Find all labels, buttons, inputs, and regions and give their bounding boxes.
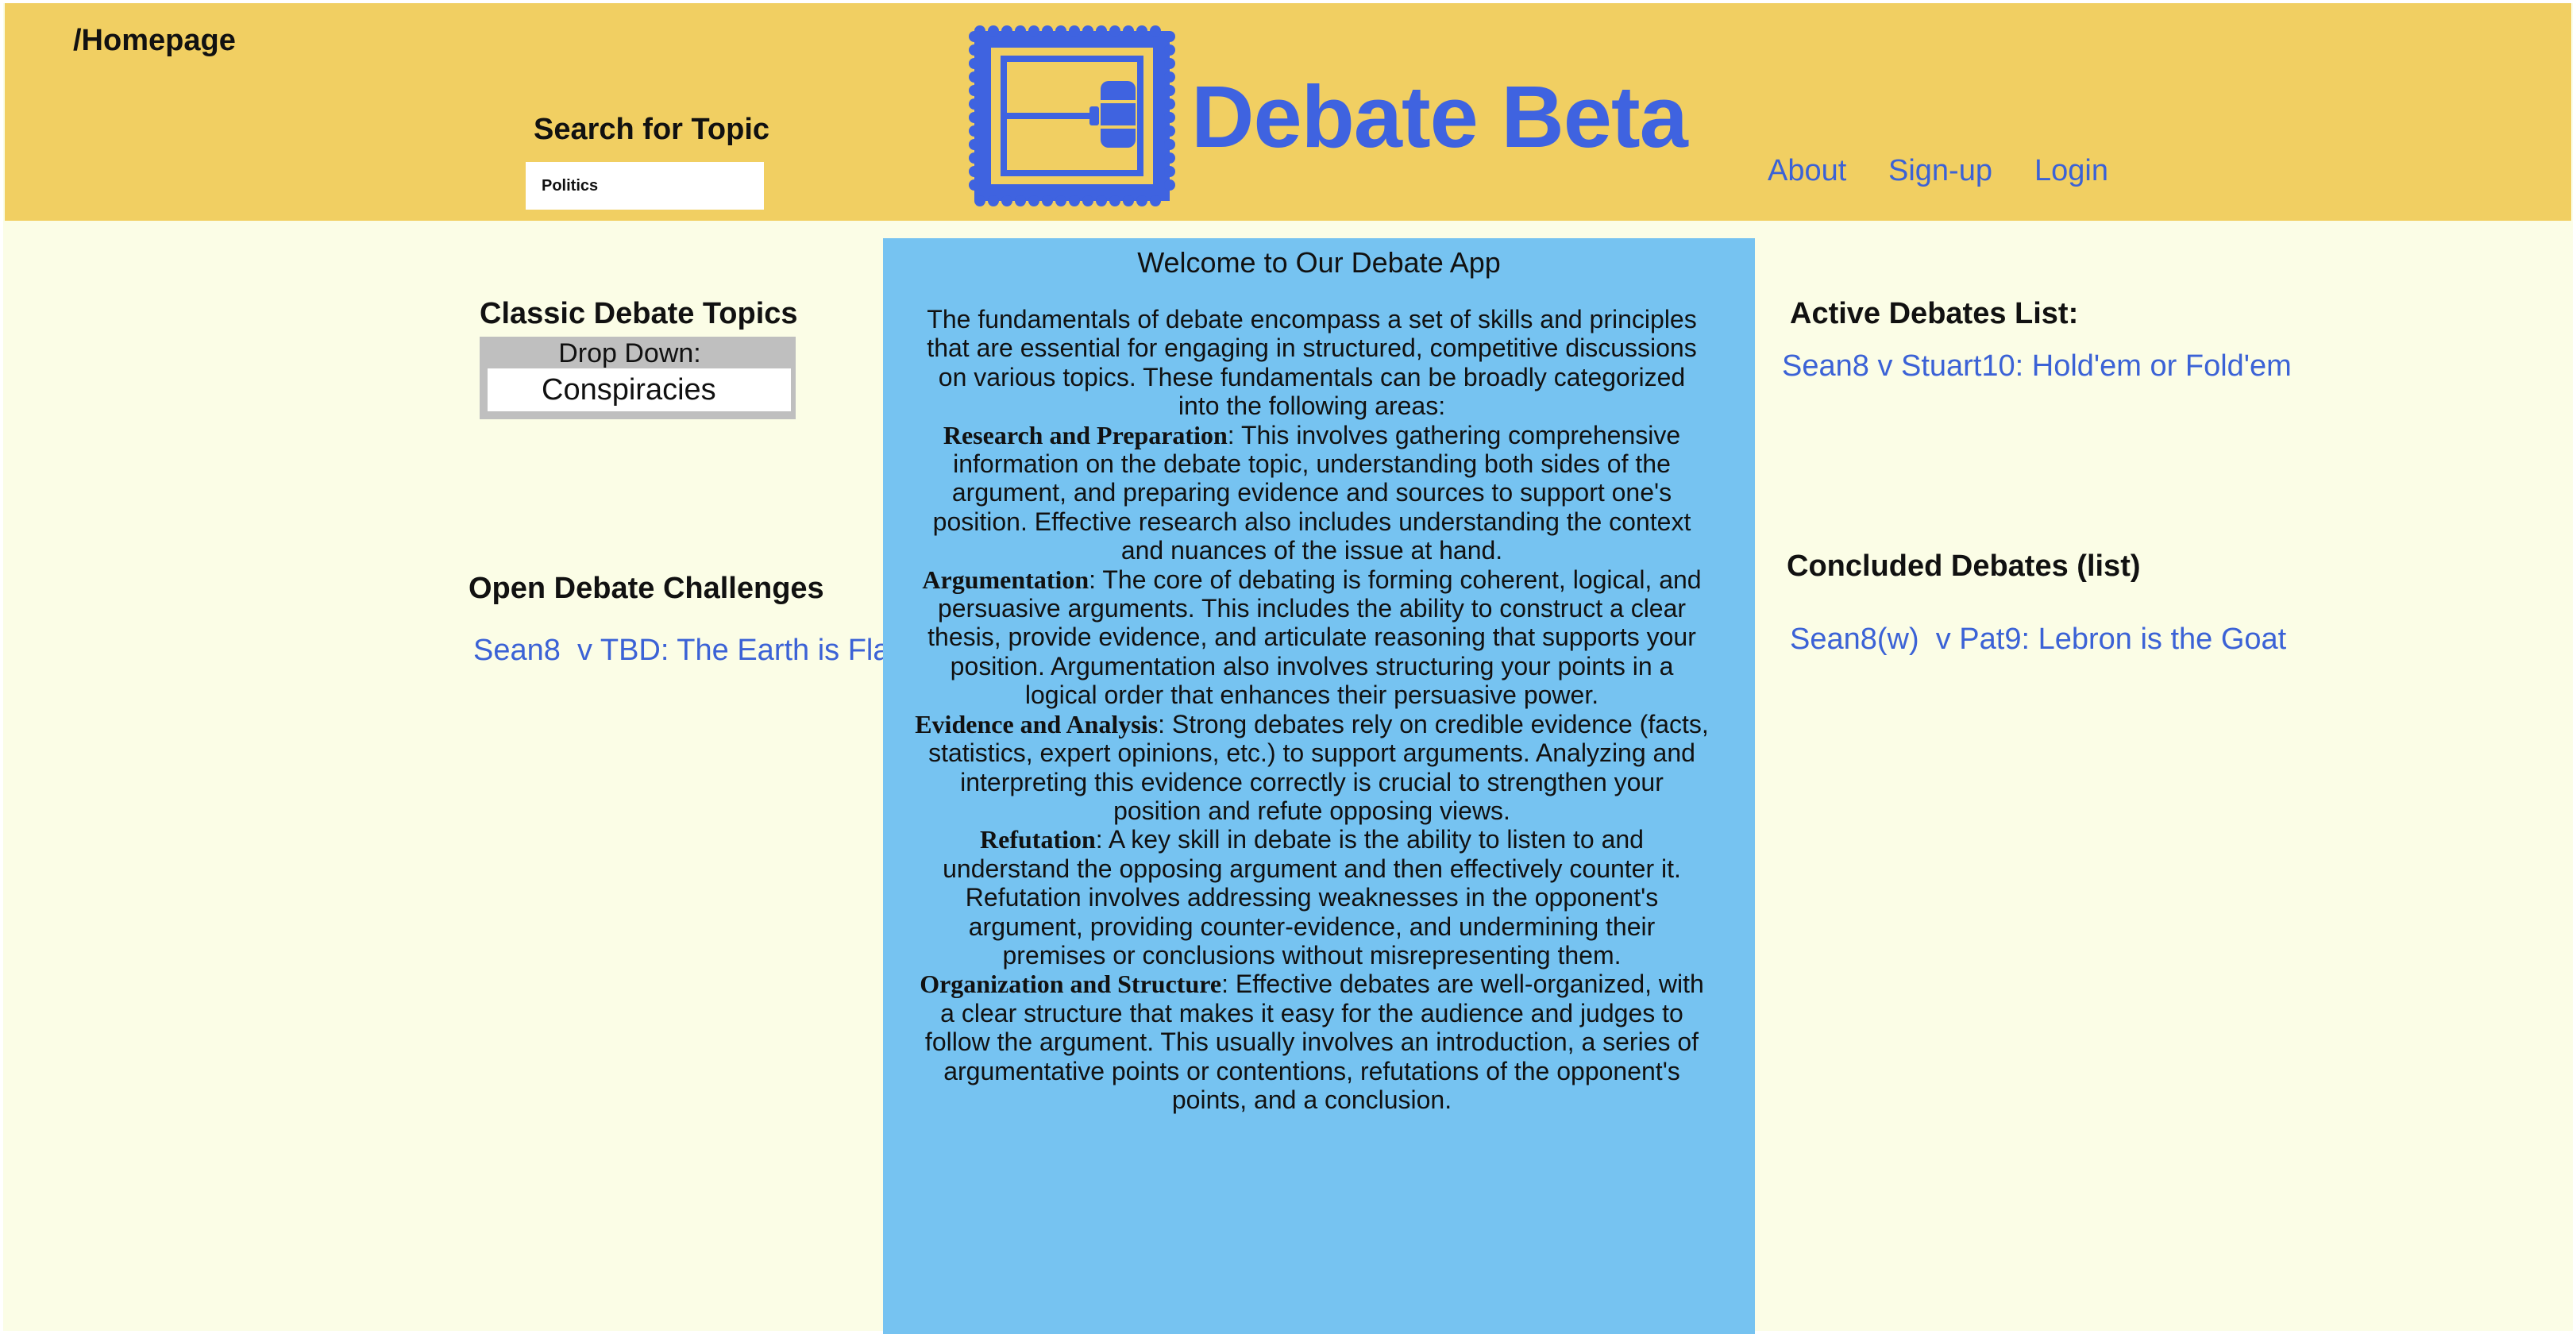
nav-login-link[interactable]: Login [2034,154,2108,188]
section-title: Argumentation [922,565,1089,594]
section-title: Organization and Structure [920,970,1222,999]
welcome-panel: Welcome to Our Debate App The fundamenta… [883,238,1755,1334]
intro-paragraph: The fundamentals of debate encompass a s… [927,305,1697,421]
active-debates-title: Active Debates List: [1790,297,2079,330]
topic-dropdown[interactable]: Drop Down: Conspiracies [480,337,796,419]
brand-title: Debate Beta [1191,68,1688,166]
active-debate-link[interactable]: Sean8 v Stuart10: Hold'em or Fold'em [1782,349,2292,384]
section-title: Research and Preparation [943,420,1228,449]
nav-signup-link[interactable]: Sign-up [1888,154,1992,188]
open-challenges-title: Open Debate Challenges [469,572,824,605]
header-bar: /Homepage Search for Topic Debate Beta A… [5,3,2571,221]
search-label: Search for Topic [534,113,770,146]
gavel-stamp-icon[interactable] [967,24,1177,208]
breadcrumb: /Homepage [73,24,236,57]
open-challenge-link[interactable]: Sean8 v TBD: The Earth is Flat [473,634,898,668]
welcome-heading: Welcome to Our Debate App [1137,246,1501,279]
search-input[interactable] [526,162,764,210]
concluded-debate-link[interactable]: Sean8(w) v Pat9: Lebron is the Goat [1790,623,2286,657]
classic-topics-title: Classic Debate Topics [480,297,798,330]
section-title: Evidence and Analysis [915,709,1159,738]
dropdown-caption: Drop Down: [558,338,701,368]
nav-about-link[interactable]: About [1768,154,1846,188]
fundamentals-text: The fundamentals of debate encompass a s… [915,305,1709,1114]
section-title: Refutation [980,825,1096,854]
dropdown-selected-value[interactable]: Conspiracies [488,368,791,411]
concluded-debates-title: Concluded Debates (list) [1787,549,2141,583]
